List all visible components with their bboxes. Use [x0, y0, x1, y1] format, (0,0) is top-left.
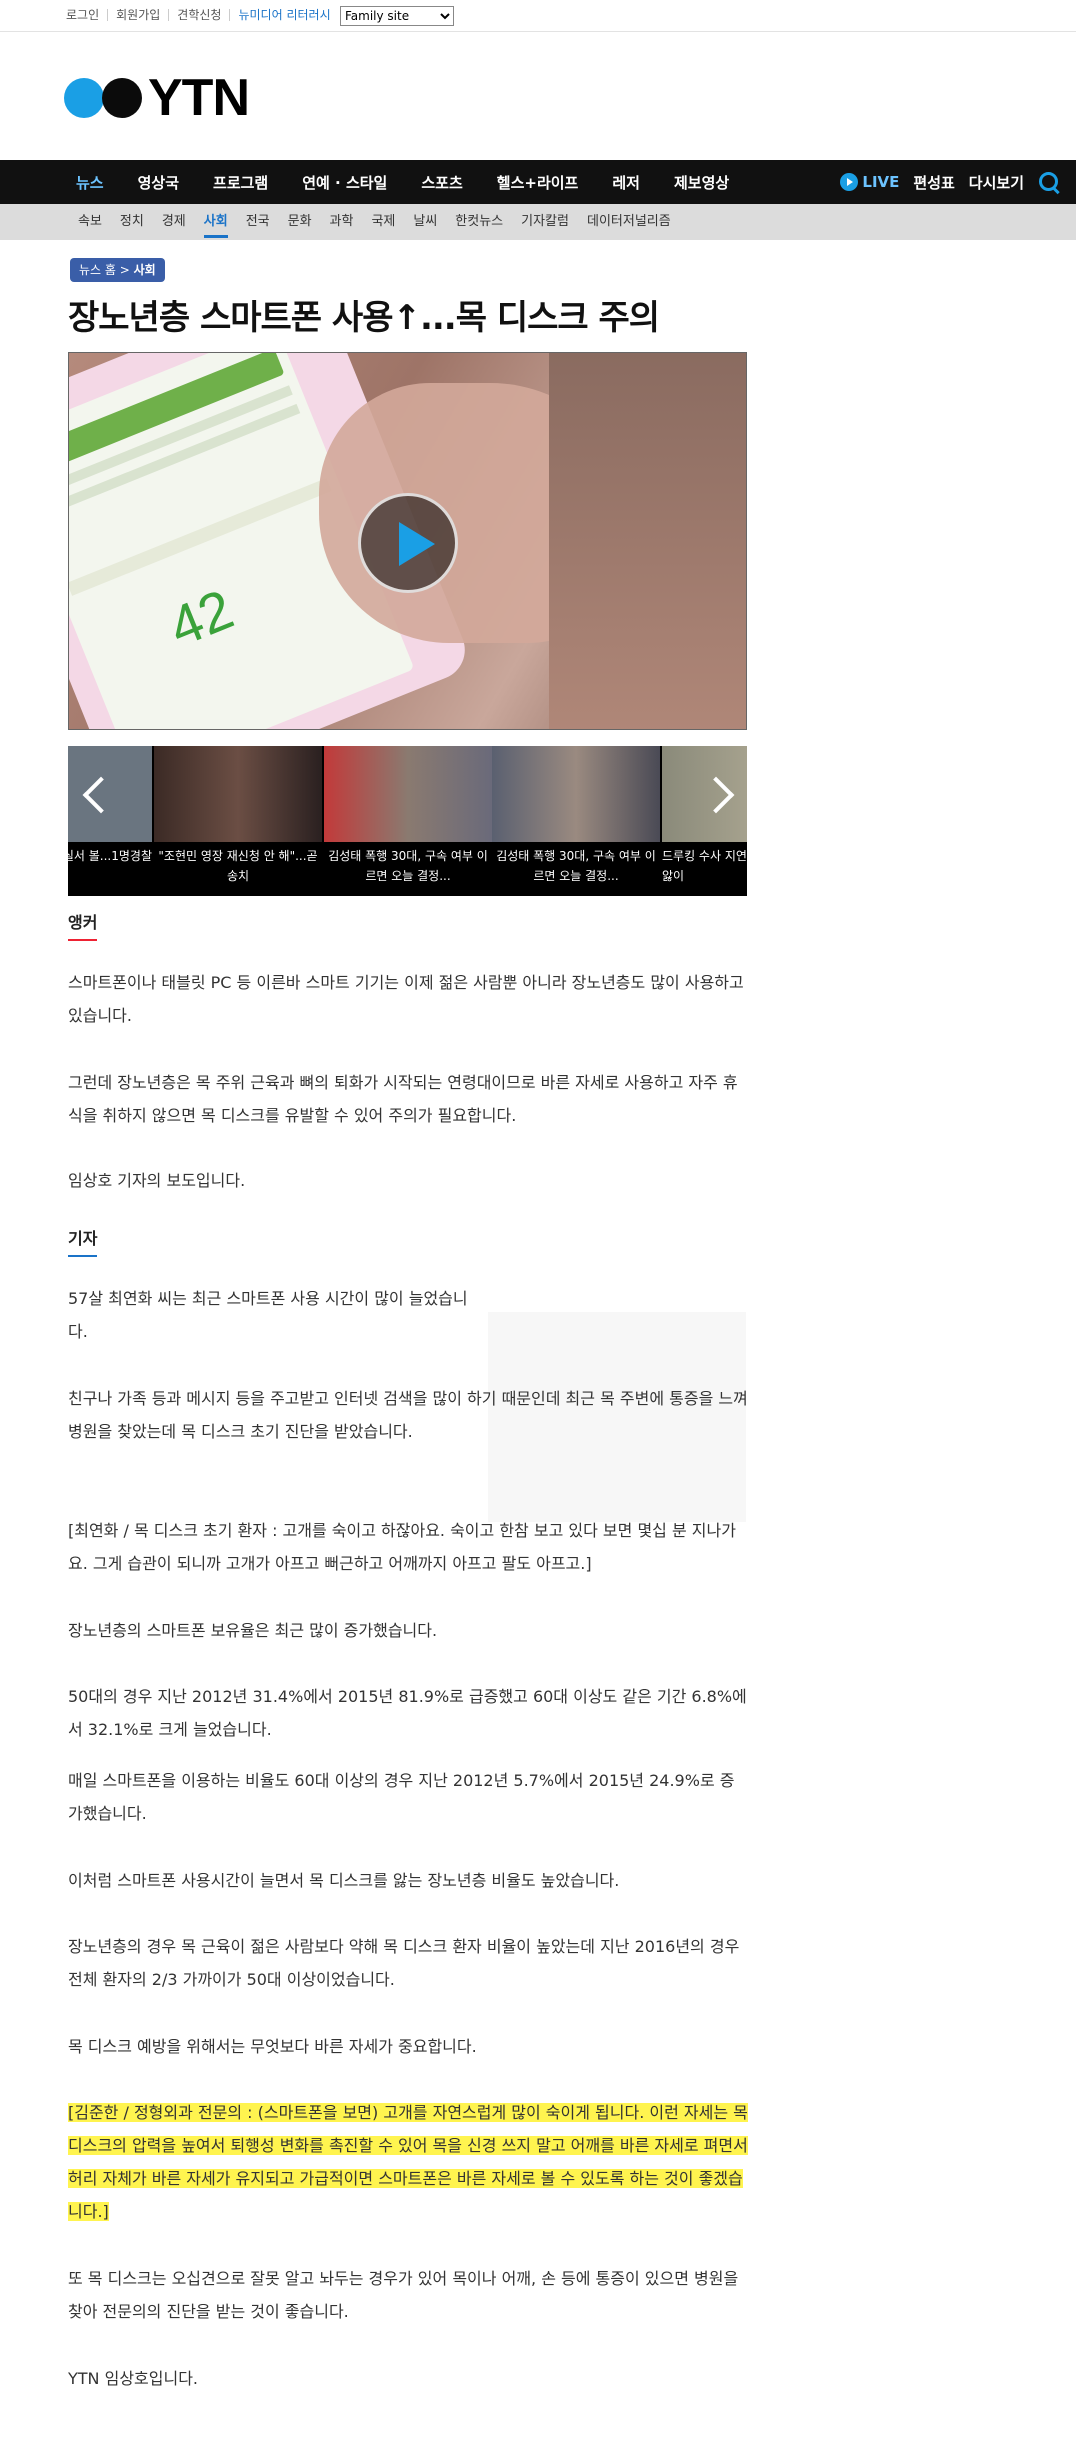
logo-black-circle: [102, 78, 142, 118]
breadcrumb-home[interactable]: 뉴스 홈 >: [79, 263, 134, 277]
subnav-item-politics[interactable]: 정치: [120, 204, 144, 240]
subnav-item-science[interactable]: 과학: [330, 204, 354, 240]
signup-link[interactable]: 회원가입: [107, 9, 168, 21]
article-paragraph: 임상호 기자의 보도입니다.: [68, 1171, 246, 1190]
breadcrumb: 뉴스 홈 > 사회: [70, 258, 165, 282]
logo-text: YTN: [148, 69, 250, 127]
carousel-thumbnail: [324, 746, 492, 842]
live-button[interactable]: LIVE: [840, 173, 899, 192]
carousel-caption: 김성태 폭행 30대, 구속 여부 이르면 오늘 결정...: [496, 849, 656, 883]
article-paragraph: 장노년층의 스마트폰 보유율은 최근 많이 증가했습니다.: [68, 1621, 438, 1640]
sub-nav: 속보 정치 경제 사회 전국 문화 과학 국제 날씨 한컷뉴스 기자칼럼 데이터…: [0, 204, 1076, 240]
subnav-item-international[interactable]: 국제: [371, 204, 395, 240]
article-paragraph: 목 디스크 예방을 위해서는 무엇보다 바른 자세가 중요합니다.: [68, 2037, 477, 2056]
subnav-item-breaking[interactable]: 속보: [78, 204, 102, 240]
nav-item-report-video[interactable]: 제보영상: [674, 172, 729, 193]
related-video-carousel: 연습실서 볼...1명경찰 "조현민 영장 재신청 안 해"...곧 송치 김성…: [68, 746, 747, 896]
subnav-item-economy[interactable]: 경제: [162, 204, 186, 240]
article-paragraph: 57살 최연화 씨는 최근 스마트폰 사용 시간이 많이 늘었습니다.: [68, 1289, 468, 1341]
top-utility-bar: 로그인 회원가입 견학신청 뉴미디어 리터러시 Family site: [0, 0, 1076, 32]
search-icon[interactable]: [1038, 171, 1060, 193]
carousel-thumbnail: [492, 746, 660, 842]
carousel-item[interactable]: "조현민 영장 재신청 안 해"...곧 송치: [154, 746, 322, 896]
nav-item-sports[interactable]: 스포츠: [421, 172, 462, 193]
carousel-caption: "조현민 영장 재신청 안 해"...곧 송치: [158, 849, 318, 883]
subnav-item-weather[interactable]: 날씨: [413, 204, 437, 240]
article-paragraph: 50대의 경우 지난 2012년 31.4%에서 2015년 81.9%로 급증…: [68, 1687, 747, 1739]
subnav-item-national[interactable]: 전국: [246, 204, 270, 240]
nav-item-video[interactable]: 영상국: [138, 172, 179, 193]
subnav-item-data-journalism[interactable]: 데이터저널리즘: [587, 204, 671, 240]
nav-item-entertainment[interactable]: 연예 · 스타일: [302, 172, 387, 193]
carousel-item[interactable]: 김성태 폭행 30대, 구속 여부 이르면 오늘 결정...: [492, 746, 660, 896]
live-play-icon: [840, 173, 859, 192]
article-paragraph: 장노년층의 경우 목 근육이 젊은 사람보다 약해 목 디스크 환자 비율이 높…: [68, 1937, 740, 1989]
subnav-item-onecut[interactable]: 한컷뉴스: [455, 204, 503, 240]
carousel-prev-icon[interactable]: [76, 766, 116, 826]
nav-item-leisure[interactable]: 레저: [612, 172, 640, 193]
utility-links: 로그인 회원가입 견학신청 뉴미디어 리터러시: [66, 9, 339, 21]
quote-paragraph: [최연화 / 목 디스크 초기 환자 : 고개를 숙이고 하잖아요. 숙이고 한…: [68, 1521, 736, 1573]
carousel-next-icon[interactable]: [699, 766, 739, 826]
article-paragraph: 그런데 장노년층은 목 주위 근육과 뼈의 퇴화가 시작되는 연령대이므로 바른…: [68, 1073, 738, 1125]
subnav-item-culture[interactable]: 문화: [288, 204, 312, 240]
ytn-logo[interactable]: YTN: [64, 69, 274, 127]
article-signoff: YTN 임상호입니다.: [68, 2369, 199, 2388]
nav-item-program[interactable]: 프로그램: [213, 172, 268, 193]
video-frame-neck: [549, 353, 746, 729]
nav-item-health[interactable]: 헬스+라이프: [497, 172, 579, 193]
video-player[interactable]: 42: [68, 352, 747, 730]
schedule-link[interactable]: 편성표: [913, 172, 954, 193]
article-title: 장노년층 스마트폰 사용↑...목 디스크 주의: [68, 298, 660, 338]
main-nav: 뉴스 영상국 프로그램 연예 · 스타일 스포츠 헬스+라이프 레저 제보영상 …: [0, 160, 1076, 204]
live-label: LIVE: [862, 172, 900, 191]
nav-item-news[interactable]: 뉴스: [76, 172, 104, 193]
carousel-caption: 드루킹 수사 지연...지...검찰의 속앓이: [662, 849, 747, 883]
article-paragraph: 스마트폰이나 태블릿 PC 등 이른바 스마트 기기는 이제 젊은 사람뿐 아니…: [68, 973, 744, 1025]
tour-link[interactable]: 견학신청: [168, 9, 229, 21]
anchor-label: 앵커: [68, 906, 98, 941]
family-site-select[interactable]: Family site: [340, 6, 454, 26]
article-paragraph: 친구나 가족 등과 메시지 등을 주고받고 인터넷 검색을 많이 하기 때문인데…: [68, 1389, 748, 1441]
logo-blue-circle: [64, 78, 104, 118]
video-screen-number: 42: [160, 576, 242, 659]
media-literacy-link[interactable]: 뉴미디어 리터러시: [229, 9, 338, 21]
breadcrumb-section[interactable]: 사회: [134, 263, 156, 277]
subnav-item-society[interactable]: 사회: [203, 204, 228, 240]
article-paragraph: 매일 스마트폰을 이용하는 비율도 60대 이상의 경우 지난 2012년 5.…: [68, 1771, 735, 1823]
subnav-item-column[interactable]: 기자칼럼: [521, 204, 569, 240]
login-link[interactable]: 로그인: [66, 9, 107, 21]
highlighted-quote: [김준한 / 정형외과 전문의 : (스마트폰을 보면) 고개를 자연스럽게 많…: [68, 2103, 748, 2221]
replay-link[interactable]: 다시보기: [969, 172, 1024, 193]
reporter-label: 기자: [68, 1222, 98, 1257]
carousel-caption: 연습실서 볼...1명경찰: [68, 849, 152, 863]
article-paragraph: 이처럼 스마트폰 사용시간이 늘면서 목 디스크를 앓는 장노년층 비율도 높았…: [68, 1871, 620, 1890]
carousel-caption: 김성태 폭행 30대, 구속 여부 이르면 오늘 결정...: [328, 849, 488, 883]
carousel-thumbnail: [154, 746, 322, 842]
play-icon[interactable]: [358, 493, 458, 593]
carousel-item[interactable]: 김성태 폭행 30대, 구속 여부 이르면 오늘 결정...: [324, 746, 492, 896]
article-paragraph: 또 목 디스크는 오십견으로 잘못 알고 놔두는 경우가 있어 목이나 어깨, …: [68, 2269, 739, 2321]
